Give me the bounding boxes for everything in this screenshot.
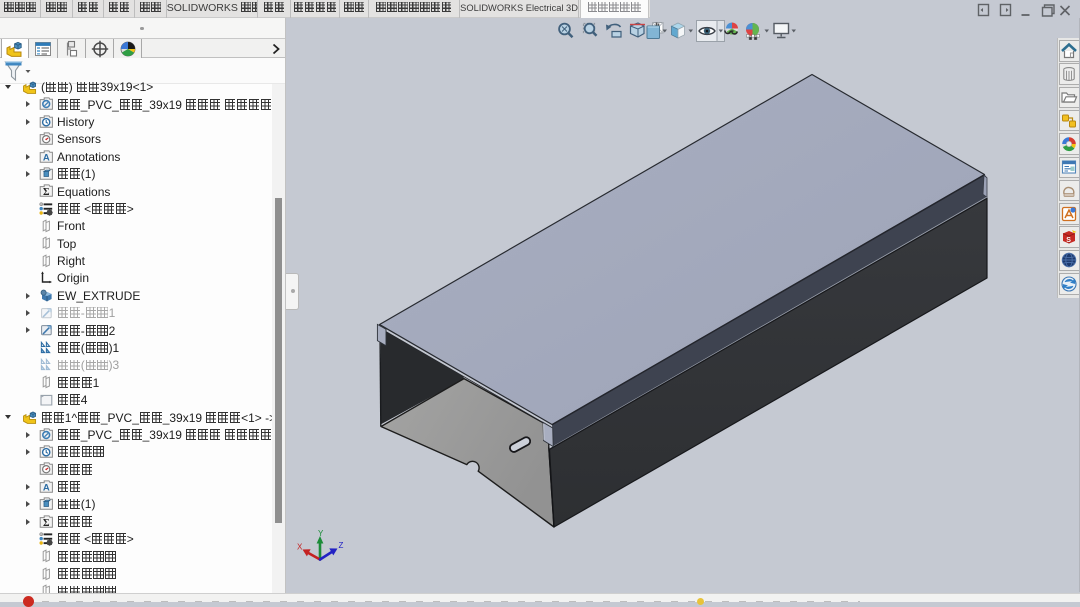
svg-text:Z: Z <box>339 541 344 550</box>
svg-text:A: A <box>43 152 50 163</box>
svg-text:Σ: Σ <box>43 517 50 528</box>
svg-text:X: X <box>297 543 303 552</box>
svg-text:Σ: Σ <box>43 187 50 198</box>
svg-text:A: A <box>43 482 50 493</box>
svg-text:S: S <box>1066 237 1071 244</box>
svg-text:Y: Y <box>318 529 324 538</box>
